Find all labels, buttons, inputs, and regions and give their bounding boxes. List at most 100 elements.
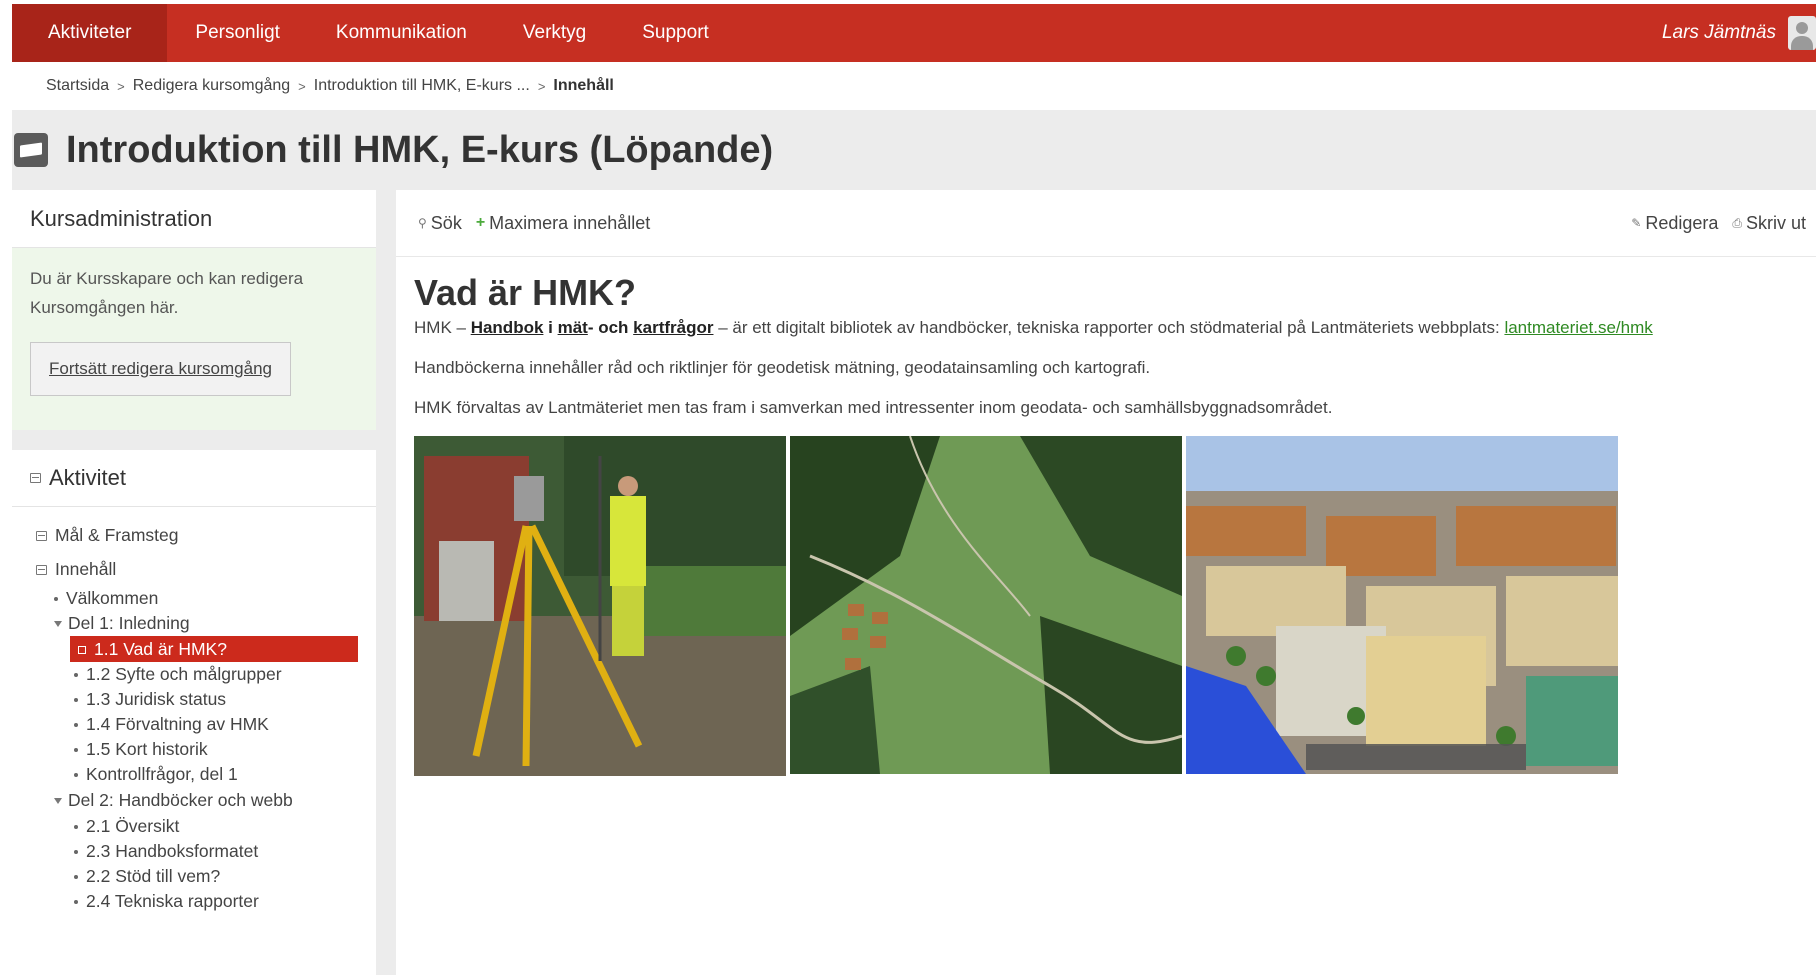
tree-item-1-3[interactable]: 1.3 Juridisk status	[74, 686, 226, 712]
caret-down-icon[interactable]	[54, 798, 62, 805]
browser-viewport: Aktiviteter Personligt Kommunikation Ver…	[12, 4, 1816, 975]
print-label: Skriv ut	[1745, 212, 1806, 233]
bullet-icon	[74, 698, 78, 703]
breadcrumb-introduktion[interactable]: Introduktion till HMK, E-kurs ...	[314, 77, 530, 95]
minecraft-city-render	[1186, 436, 1618, 774]
tree-item-label: Kontrollfrågor, del 1	[86, 764, 238, 784]
tree-item-label: 1.5 Kort historik	[86, 739, 208, 759]
collapse-icon[interactable]	[30, 473, 41, 483]
page-title: Introduktion till HMK, E-kurs (Löpande)	[66, 128, 774, 171]
collapse-icon[interactable]	[36, 565, 47, 575]
bullet-icon	[74, 875, 78, 880]
tree-item-label: Mål & Framsteg	[55, 525, 179, 545]
activity-heading: Aktivitet	[49, 465, 127, 490]
tree-item-label: 2.3 Handboksformatet	[86, 841, 259, 861]
nav-item-kommunikation[interactable]: Kommunikation	[308, 4, 495, 62]
edit-label: Redigera	[1645, 212, 1719, 233]
hmk-link[interactable]: lantmateriet.se/hmk	[1504, 318, 1652, 337]
breadcrumb: Startsida > Redigera kursomgång > Introd…	[12, 62, 1816, 110]
tree-item-label: 1.3 Juridisk status	[86, 689, 227, 709]
print-icon: ⎙	[1732, 215, 1742, 230]
tree-item-valkommen[interactable]: Välkommen	[54, 585, 158, 611]
bullet-icon	[74, 748, 78, 753]
tree-item-innehall[interactable]: Innehåll	[36, 556, 116, 582]
bullet-icon	[74, 723, 78, 728]
tree-group-del2[interactable]: Del 2: Handböcker och webb	[54, 787, 293, 813]
paragraph-1: HMK – Handbok i mät- och kartfrågor – är…	[414, 318, 1653, 338]
breadcrumb-startsida[interactable]: Startsida	[46, 77, 109, 95]
activity-heading-row[interactable]: Aktivitet	[12, 450, 376, 507]
tree-item-1-4[interactable]: 1.4 Förvaltning av HMK	[74, 711, 269, 737]
tree-item-label: 2.1 Översikt	[86, 816, 180, 836]
paragraph-2: Handböckerna innehåller råd och riktlinj…	[414, 358, 1151, 377]
p1-handbok: Handbok	[470, 318, 544, 337]
tree-group-del1[interactable]: Del 1: Inledning	[54, 610, 190, 636]
continue-editing-button[interactable]: Fortsätt redigera kursomgång	[30, 342, 291, 396]
p1-och: - och	[587, 318, 634, 337]
tree-item-label: 1.2 Syfte och målgrupper	[86, 664, 282, 684]
surveyor-photo	[414, 436, 786, 776]
search-button[interactable]: ⚲ Sök	[418, 213, 462, 234]
aerial-photo	[790, 436, 1182, 774]
course-admin-text-line2: Kursomgången här.	[30, 298, 179, 317]
tree-item-label: 1.4 Förvaltning av HMK	[86, 714, 269, 734]
course-icon	[14, 133, 48, 167]
nav-item-verktyg[interactable]: Verktyg	[495, 4, 614, 62]
collapse-icon[interactable]	[36, 531, 47, 541]
user-name[interactable]: Lars Jämtnäs	[1662, 22, 1776, 44]
print-button[interactable]: ⎙ Skriv ut	[1732, 213, 1806, 234]
tree-item-1-5[interactable]: 1.5 Kort historik	[74, 736, 208, 762]
search-icon: ⚲	[418, 216, 427, 230]
tree-item-label: Innehåll	[55, 559, 117, 579]
edit-icon: ✎	[1631, 216, 1642, 230]
tree-item-label: 2.4 Tekniska rapporter	[86, 891, 259, 911]
tree-item-2-1[interactable]: 2.1 Översikt	[74, 813, 179, 839]
content-heading: Vad är HMK?	[414, 272, 637, 313]
tree-item-label: Del 1: Inledning	[68, 613, 190, 633]
p1-kartfragor: kartfrågor	[633, 318, 714, 337]
course-admin-panel: Kursadministration Du är Kursskapare och…	[12, 190, 376, 430]
breadcrumb-separator: >	[537, 78, 546, 94]
breadcrumb-separator: >	[298, 78, 306, 94]
tree-item-1-2[interactable]: 1.2 Syfte och målgrupper	[74, 661, 282, 687]
course-admin-text-line1: Du är Kursskapare och kan redigera	[30, 269, 304, 288]
page-header: Introduktion till HMK, E-kurs (Löpande)	[12, 110, 773, 190]
search-label: Sök	[430, 212, 462, 233]
bullet-icon	[74, 850, 78, 855]
plus-icon: +	[475, 214, 486, 231]
main-nav: Aktiviteter Personligt Kommunikation Ver…	[12, 4, 737, 62]
user-avatar-icon[interactable]	[1788, 16, 1816, 50]
maximize-label: Maximera innehållet	[489, 212, 651, 233]
bullet-icon	[74, 900, 78, 905]
tree-item-2-2[interactable]: 2.2 Stöd till vem?	[74, 863, 220, 889]
tree-item-2-4[interactable]: 2.4 Tekniska rapporter	[74, 888, 259, 914]
course-admin-heading: Kursadministration	[12, 190, 376, 248]
edit-button[interactable]: ✎ Redigera	[1631, 213, 1718, 234]
top-navigation-bar: Aktiviteter Personligt Kommunikation Ver…	[12, 4, 1816, 62]
caret-down-icon[interactable]	[54, 621, 62, 628]
bullet-icon	[54, 597, 58, 602]
user-menu[interactable]: Lars Jämtnäs	[1662, 4, 1816, 62]
bullet-icon	[74, 773, 78, 778]
breadcrumb-redigera-kursomgang[interactable]: Redigera kursomgång	[133, 77, 290, 95]
tree-item-label: 2.2 Stöd till vem?	[86, 866, 221, 886]
maximize-button[interactable]: + Maximera innehållet	[476, 213, 650, 234]
paragraph-3: HMK förvaltas av Lantmäteriet men tas fr…	[414, 398, 1333, 417]
tree-item-kontrollfragor-1[interactable]: Kontrollfrågor, del 1	[74, 761, 238, 787]
tree-item-label: Del 2: Handböcker och webb	[68, 790, 293, 810]
tree-item-label: 1.1 Vad är HMK?	[94, 639, 227, 659]
tree-item-selected[interactable]: 1.1 Vad är HMK?	[70, 636, 358, 662]
bullet-icon	[74, 673, 78, 678]
tree-item-2-3[interactable]: 2.3 Handboksformatet	[74, 838, 258, 864]
nav-item-support[interactable]: Support	[614, 4, 737, 62]
p1-prefix: HMK –	[414, 318, 471, 337]
bullet-icon	[74, 825, 78, 830]
current-page-icon	[78, 646, 86, 655]
p1-mat: mät	[557, 318, 588, 337]
p1-rest: – är ett digitalt bibliotek av handböcke…	[713, 318, 1505, 337]
breadcrumb-current: Innehåll	[553, 77, 614, 94]
nav-item-aktiviteter[interactable]: Aktiviteter	[12, 4, 168, 62]
nav-item-personligt[interactable]: Personligt	[167, 4, 308, 62]
content-toolbar: ⚲ Sök + Maximera innehållet ✎ Redigera ⎙ Skr…	[396, 190, 1816, 257]
tree-item-mal-framsteg[interactable]: Mål & Framsteg	[36, 522, 179, 548]
